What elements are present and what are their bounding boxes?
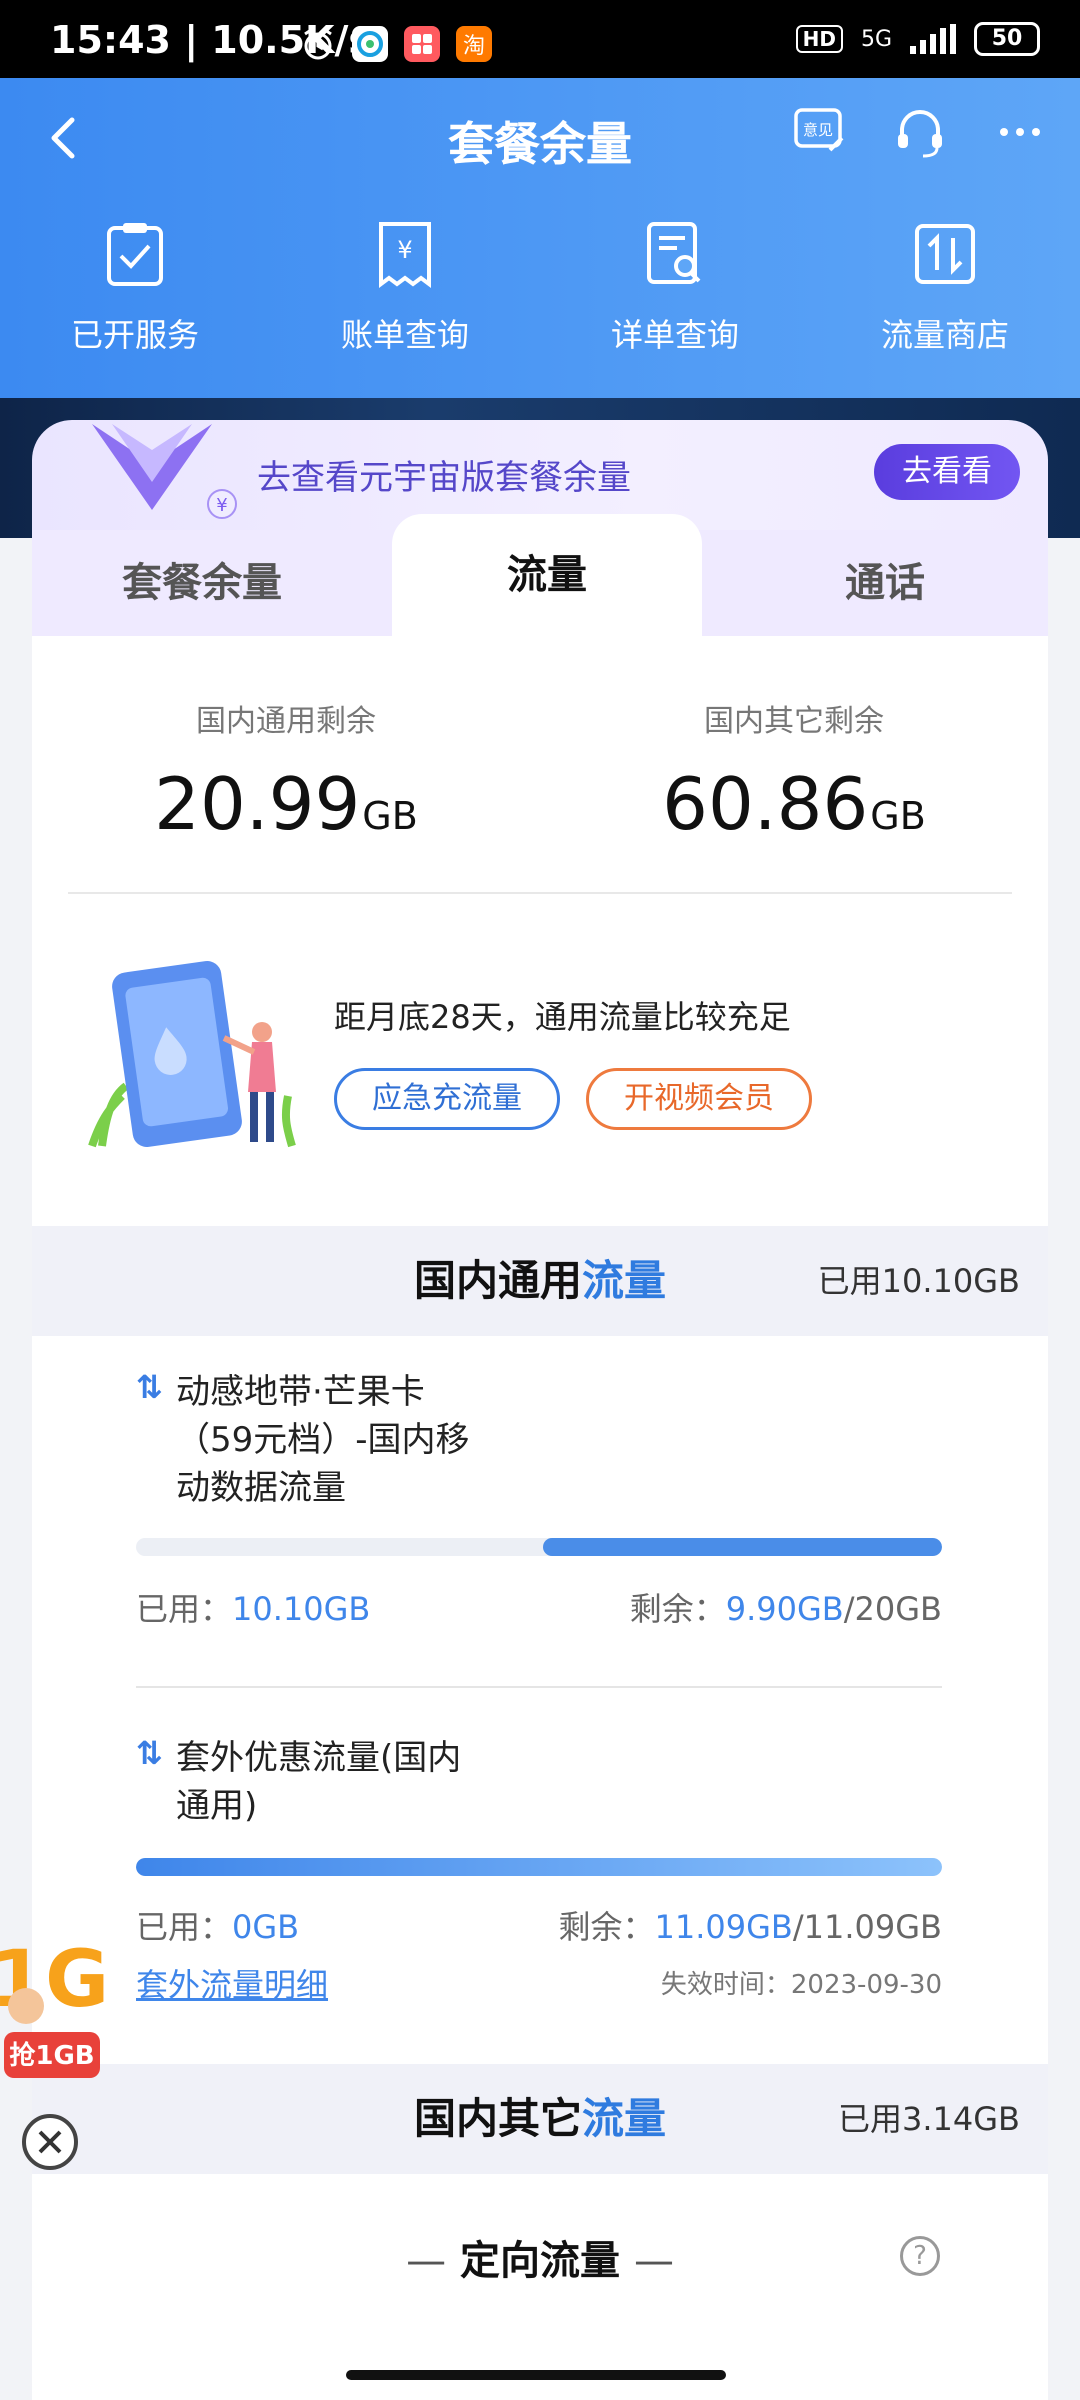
- home-indicator[interactable]: [346, 2370, 726, 2380]
- divider: [136, 1686, 942, 1688]
- taobao-icon: 淘: [456, 26, 492, 62]
- quick-action-store[interactable]: 流量商店: [810, 218, 1080, 356]
- network-type: 5G: [860, 26, 892, 52]
- package-item: ⇅ 动感地带·芒果卡（59元档）-国内移动数据流量: [136, 1368, 976, 1512]
- close-icon: [38, 2130, 62, 2154]
- app-header: 套餐余量 意见 已开服务 ¥ 账单查询 详单查询 流量商店: [0, 78, 1080, 398]
- more-button[interactable]: [990, 102, 1050, 162]
- mobile-app-icon: [352, 26, 388, 62]
- receipt-yen-icon: ¥: [379, 222, 431, 288]
- used-amount: 已用：10.10GB: [136, 1590, 371, 1628]
- promo-text: 去查看元宇宙版套餐余量: [257, 458, 631, 498]
- usage-bar: [136, 1538, 942, 1556]
- general-remaining-value: 20.99GB: [154, 762, 418, 846]
- section-used: 已用10.10GB: [817, 1262, 1020, 1300]
- notification-icons: 淘: [300, 26, 492, 62]
- status-right: HD 5G 50: [795, 22, 1040, 56]
- package-name: 套外优惠流量(国内通用): [176, 1738, 462, 1826]
- quick-action-label: 流量商店: [880, 316, 1009, 354]
- data-tip: 距月底28天，通用流量比较充足: [334, 998, 791, 1036]
- svg-text:¥: ¥: [397, 236, 412, 264]
- grab-1gb-badge[interactable]: 1G 抢1GB: [0, 1906, 109, 2082]
- general-remaining-label: 国内通用剩余: [196, 704, 376, 739]
- svg-text:抢1GB: 抢1GB: [9, 2040, 94, 2071]
- quick-action-label: 详单查询: [610, 316, 739, 354]
- quick-action-label: 账单查询: [340, 316, 469, 354]
- used-amount: 已用：0GB: [136, 1908, 300, 1946]
- clipboard-check-icon: [107, 223, 163, 286]
- hd-badge: HD: [795, 25, 843, 53]
- other-remaining-label: 国内其它剩余: [704, 704, 884, 739]
- tab-package-balance[interactable]: 套餐余量: [32, 530, 372, 636]
- transfer-arrows-icon: ⇅: [136, 1734, 163, 1772]
- general-data-header: 国内通用流量 已用10.10GB: [32, 1226, 1048, 1336]
- close-badge-button[interactable]: [22, 2114, 78, 2170]
- document-search-icon: [647, 222, 701, 284]
- tab-data[interactable]: 流量: [392, 514, 702, 636]
- transfer-arrows-icon: ⇅: [136, 1368, 163, 1406]
- other-remaining: 国内其它剩余 60.86GB: [540, 696, 1048, 846]
- quick-action-services[interactable]: 已开服务: [0, 218, 270, 356]
- feedback-icon: 意见: [794, 108, 844, 152]
- quick-action-detail[interactable]: 详单查询: [540, 218, 810, 356]
- emergency-topup-button[interactable]: 应急充流量: [334, 1068, 560, 1130]
- other-data-header: 国内其它流量 已用3.14GB: [32, 2064, 1048, 2174]
- quick-action-label: 已开服务: [70, 316, 199, 354]
- data-transfer-icon: [915, 224, 975, 284]
- directed-data-section: — 定向流量 — ?: [32, 2174, 1048, 2400]
- metaverse-logo-icon: ¥: [92, 424, 237, 519]
- svg-text:¥: ¥: [216, 495, 227, 516]
- status-bar: 15:43 | 10.5K/s 淘 HD 5G 50: [0, 0, 1080, 78]
- more-dots-icon: [1000, 128, 1040, 136]
- general-remaining: 国内通用剩余 20.99GB: [32, 696, 540, 846]
- headset-icon: [898, 110, 942, 158]
- video-membership-button[interactable]: 开视频会员: [586, 1068, 812, 1130]
- usage-bar: [136, 1858, 942, 1876]
- expiry-date: 失效时间：2023-09-30: [660, 1970, 942, 2000]
- divider: [68, 892, 1012, 894]
- package-name: 动感地带·芒果卡（59元档）-国内移动数据流量: [176, 1372, 470, 1508]
- section-used: 已用3.14GB: [837, 2100, 1020, 2138]
- remaining-summary: 国内通用剩余 20.99GB 国内其它剩余 60.86GB 距月底28天，通用流…: [32, 636, 1048, 1226]
- tab-calls[interactable]: 通话: [722, 530, 1048, 636]
- alarm-icon: [300, 26, 336, 62]
- signal-icon: [910, 24, 956, 54]
- header-actions: 意见: [790, 102, 1050, 162]
- remaining-amount: 剩余：11.09GB/11.09GB: [558, 1908, 942, 1946]
- directed-data-title: — 定向流量 —: [406, 2238, 674, 2284]
- svg-text:淘: 淘: [463, 34, 485, 59]
- promo-go-button[interactable]: 去看看: [874, 444, 1020, 500]
- app-notification-icon: [404, 26, 440, 62]
- usage-bar-fill: [543, 1538, 942, 1556]
- customer-service-button[interactable]: [890, 102, 950, 162]
- general-data-list: ⇅ 动感地带·芒果卡（59元档）-国内移动数据流量 已用：10.10GB 剩余：…: [32, 1336, 1048, 2066]
- gift-badge-icon: 1G 抢1GB: [0, 1935, 109, 2078]
- quick-actions: 已开服务 ¥ 账单查询 详单查询 流量商店: [0, 218, 1080, 356]
- svg-text:意见: 意见: [803, 121, 833, 139]
- tab-bar: 套餐余量 流量 通话: [32, 514, 1048, 636]
- phone-illustration-icon: [88, 961, 296, 1148]
- battery-icon: 50: [974, 22, 1040, 56]
- usage-bar-fill: [136, 1858, 942, 1876]
- remaining-amount: 剩余：9.90GB/20GB: [629, 1590, 942, 1628]
- quick-action-bill[interactable]: ¥ 账单查询: [270, 218, 540, 356]
- feedback-button[interactable]: 意见: [790, 102, 850, 162]
- other-remaining-value: 60.86GB: [662, 762, 926, 846]
- extra-data-detail-link[interactable]: 套外流量明细: [136, 1960, 328, 2006]
- package-item: ⇅ 套外优惠流量(国内通用): [136, 1734, 976, 1830]
- help-icon[interactable]: ?: [900, 2236, 940, 2276]
